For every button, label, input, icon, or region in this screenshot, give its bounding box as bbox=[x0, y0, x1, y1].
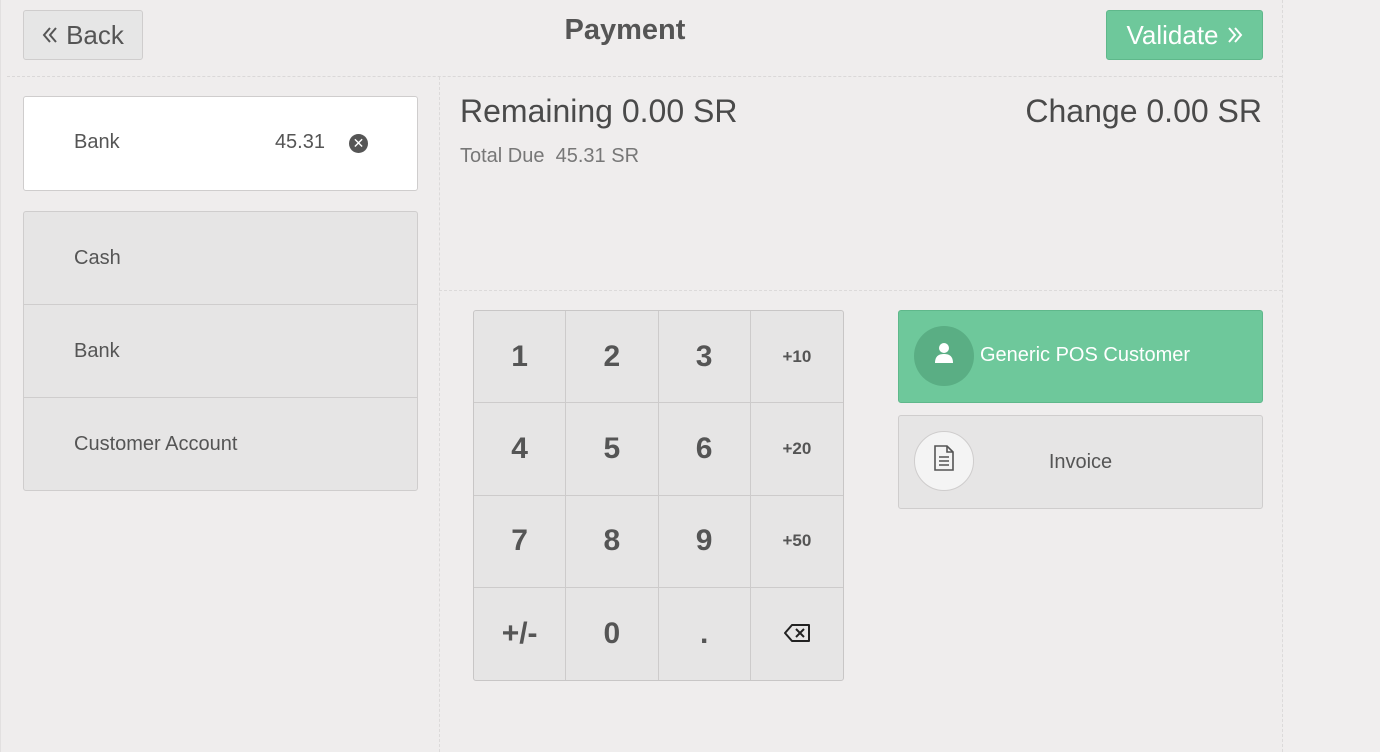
total-due-label: Total Due bbox=[460, 145, 545, 167]
total-due: Total Due 45.31 SR bbox=[460, 145, 639, 168]
numpad-key-decimal[interactable]: . bbox=[659, 587, 751, 680]
payment-method-list: Cash Bank Customer Account bbox=[23, 211, 418, 491]
payment-methods-panel: Bank 45.31 ✕ Cash Bank Customer Account bbox=[7, 77, 440, 752]
payment-summary: Remaining 0.00 SR Change 0.00 SR Total D… bbox=[439, 77, 1282, 291]
payment-method-label: Customer Account bbox=[74, 432, 238, 455]
change-label: Change bbox=[1025, 93, 1138, 129]
payment-method-label: Cash bbox=[74, 246, 121, 269]
customer-button[interactable]: Generic POS Customer bbox=[898, 310, 1263, 403]
numpad-key-plus-minus[interactable]: +/- bbox=[474, 587, 567, 680]
numpad-key-2[interactable]: 2 bbox=[566, 311, 659, 404]
paymentline[interactable]: Bank 45.31 ✕ bbox=[23, 96, 418, 191]
invoice-button[interactable]: Invoice bbox=[898, 415, 1263, 509]
change-amount: Change 0.00 SR bbox=[1025, 93, 1262, 130]
double-chevron-right-icon bbox=[1227, 20, 1243, 51]
numpad: 1 2 3 +10 4 5 6 +20 7 8 9 +50 +/- 0 . bbox=[473, 310, 844, 681]
numpad-key-backspace[interactable] bbox=[751, 588, 843, 680]
change-value: 0.00 SR bbox=[1146, 93, 1262, 129]
page-title: Payment bbox=[564, 14, 686, 46]
customer-label: Generic POS Customer bbox=[980, 344, 1191, 366]
payment-method-bank[interactable]: Bank bbox=[24, 305, 417, 398]
numpad-key-9[interactable]: 9 bbox=[658, 495, 751, 588]
numpad-key-0[interactable]: 0 bbox=[566, 587, 659, 680]
backspace-icon bbox=[783, 617, 811, 651]
delete-paymentline-icon[interactable]: ✕ bbox=[349, 134, 368, 153]
numpad-key-6[interactable]: 6 bbox=[658, 403, 751, 496]
payment-method-label: Bank bbox=[74, 339, 120, 362]
paymentline-amount: 45.31 bbox=[274, 131, 325, 153]
numpad-key-3[interactable]: 3 bbox=[658, 311, 751, 404]
numpad-key-1[interactable]: 1 bbox=[474, 311, 567, 404]
validate-button[interactable]: Validate bbox=[1106, 10, 1263, 60]
numpad-key-plus-10[interactable]: +10 bbox=[750, 311, 843, 404]
customer-avatar bbox=[914, 326, 974, 386]
numpad-key-5[interactable]: 5 bbox=[566, 403, 659, 496]
remaining-label: Remaining bbox=[460, 93, 613, 129]
validate-label: Validate bbox=[1126, 19, 1219, 50]
total-due-value: 45.31 SR bbox=[555, 145, 640, 167]
numpad-key-4[interactable]: 4 bbox=[474, 403, 567, 496]
payment-screen: Back Payment Validate Bank 45.31 ✕ Cash … bbox=[0, 0, 1283, 752]
paymentline-method: Bank bbox=[74, 131, 120, 153]
numpad-key-plus-20[interactable]: +20 bbox=[750, 403, 843, 496]
user-icon bbox=[934, 342, 954, 370]
numpad-key-7[interactable]: 7 bbox=[474, 495, 567, 588]
numpad-key-8[interactable]: 8 bbox=[566, 495, 659, 588]
invoice-label: Invoice bbox=[1048, 451, 1113, 473]
numpad-key-plus-50[interactable]: +50 bbox=[750, 496, 843, 588]
remaining-value: 0.00 SR bbox=[621, 93, 738, 129]
payment-method-cash[interactable]: Cash bbox=[24, 212, 417, 305]
payment-method-customer-account[interactable]: Customer Account bbox=[24, 398, 417, 490]
remaining-amount: Remaining 0.00 SR bbox=[460, 93, 737, 130]
